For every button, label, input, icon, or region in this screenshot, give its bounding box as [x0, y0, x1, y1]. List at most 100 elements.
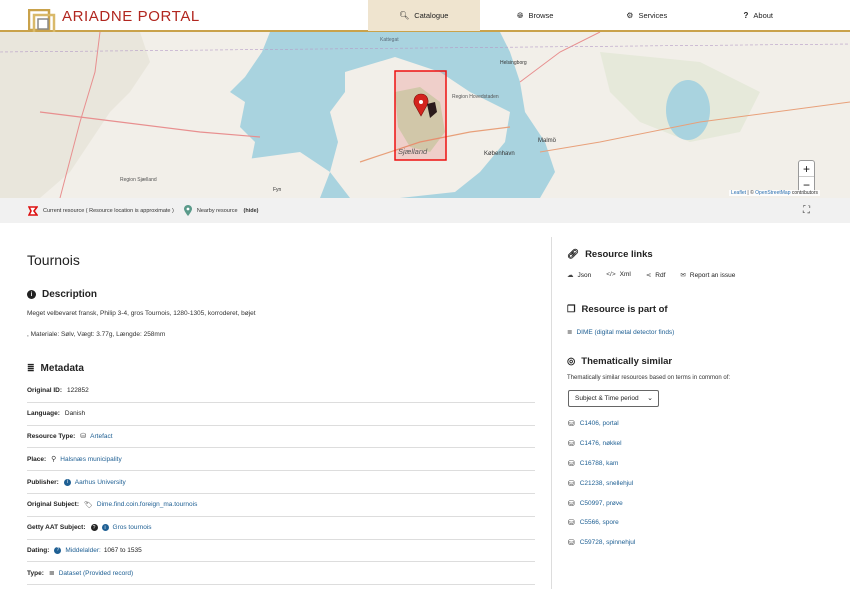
column-divider [551, 237, 552, 589]
similar-item-label: C1406, portal [579, 420, 619, 428]
link-label: Xml [619, 271, 631, 278]
map-city-label: Kattegat [380, 37, 399, 43]
artefact-icon: ⛁ [568, 458, 575, 468]
question-icon[interactable]: ? [54, 546, 62, 554]
link-icon: 🔗︎ [567, 249, 580, 260]
question-icon[interactable]: ? [90, 524, 98, 532]
similarity-select[interactable]: Subject & Time period ⌄ [568, 390, 659, 407]
metadata-row: Original Subject: 🏷︎ Dime.find.coin.fore… [27, 494, 535, 517]
similar-item[interactable]: ⛁ C59728, spinnehjul [568, 533, 635, 553]
similar-description: Thematically similar resources based on … [567, 375, 731, 381]
rdf-link[interactable]: ⋖ Rdf [646, 271, 666, 279]
metadata-row: Type: ≣ Dataset (Provided record) [27, 562, 535, 586]
artefact-icon: ⛁ [568, 419, 575, 429]
metadata-link[interactable]: Artefact [90, 433, 112, 440]
similar-item[interactable]: ⛁ C16788, kam [568, 454, 635, 474]
resource-map[interactable]: Sjælland København Malmö Helsingborg Fyn… [0, 32, 850, 198]
metadata-value: Danish [64, 410, 86, 418]
info-icon: i [27, 290, 36, 299]
hide-nearby-link[interactable]: (hide) [244, 208, 259, 214]
nav-browse[interactable]: 🌐︎ Browse [480, 0, 592, 31]
metadata-key: Dating: [27, 546, 50, 554]
similar-list: ⛁ C1406, portal ⛁ C1476, nøkkel ⛁ C16788, k… [568, 414, 635, 553]
fullscreen-icon[interactable]: ⛶ [803, 205, 810, 216]
part-of-value: DIME (digital metal detector finds) [576, 329, 675, 336]
description-line: , Materiale: Sølv, Vægt: 3.77g, Længde: … [27, 331, 166, 338]
metadata-key: Language: [27, 410, 60, 418]
code-icon: </> [606, 271, 616, 278]
map-pin-icon: ⚲ [51, 456, 57, 464]
metadata-link[interactable]: Halsnæs municipality [60, 456, 121, 463]
attribution-sep: | © [746, 190, 756, 196]
envelope-icon: ✉ [680, 272, 686, 279]
database-icon: ≣ [567, 329, 573, 336]
nav-label: Services [638, 11, 668, 20]
part-of-link[interactable]: ≣ DIME (digital metal detector finds) [567, 328, 674, 336]
info-icon[interactable]: i [63, 478, 71, 486]
map-legend: Current resource ( Resource location is … [0, 198, 850, 223]
brand-title[interactable]: ARIADNE PORTAL [62, 8, 200, 25]
dating-period-link[interactable]: Middelalder: [65, 547, 100, 554]
similar-item-label: C50997, prøve [579, 499, 623, 507]
nav-label: About [753, 11, 773, 20]
target-icon: ◎ [567, 356, 576, 367]
metadata-key: Resource Type: [27, 432, 76, 440]
chevron-down-icon: ⌄ [647, 395, 653, 402]
legend-nearby-label: Nearby resource [196, 207, 238, 214]
question-icon: ? [743, 11, 749, 20]
metadata-link[interactable]: Aarhus University [75, 479, 126, 486]
artefact-icon: ⛁ [568, 439, 575, 449]
map-city-label: Region Hovedstaden [452, 94, 499, 100]
map-place-label: Sjælland [398, 147, 428, 156]
xml-link[interactable]: </> Xml [606, 271, 631, 279]
metadata-row: Publisher: i Aarhus University [27, 471, 535, 494]
link-label: Report an issue [689, 272, 736, 279]
metadata-heading-label: Metadata [40, 363, 84, 374]
metadata-key: Getty AAT Subject: [27, 524, 86, 532]
similar-item[interactable]: ⛁ C1406, portal [568, 414, 635, 434]
nav-services[interactable]: ⚙ Services [591, 0, 703, 31]
info-icon[interactable]: i [101, 524, 109, 532]
zoom-in-button[interactable]: + [799, 161, 814, 177]
artefact-icon: ⛁ [80, 433, 87, 441]
nav-label: Browse [528, 11, 554, 20]
metadata-link[interactable]: Dime.find.coin.foreign_ma.tournois [97, 501, 197, 508]
metadata-heading: ≣ Metadata [27, 363, 84, 374]
part-of-heading: ❐ Resource is part of [567, 304, 668, 315]
metadata-key: Type: [27, 569, 44, 577]
map-city-label: Helsingborg [500, 60, 527, 66]
resource-area-icon [28, 205, 38, 216]
json-link[interactable]: ☁ Json [567, 271, 591, 279]
leaflet-link[interactable]: Leaflet [731, 190, 746, 196]
metadata-list: Original ID: 122852 Language: Danish Res… [27, 380, 535, 586]
metadata-link[interactable]: Gros tournois [113, 524, 152, 531]
similar-item[interactable]: ⛁ C5566, spore [568, 513, 635, 533]
zoom-control: + − [798, 160, 815, 194]
map-tiles [0, 32, 850, 198]
osm-link[interactable]: OpenStreetMap [755, 190, 790, 196]
metadata-link[interactable]: Dataset (Provided record) [59, 570, 133, 577]
map-city-label: Malmö [538, 138, 557, 144]
similar-item[interactable]: ⛁ C1476, nøkkel [568, 434, 635, 454]
similar-item-label: C16788, kam [579, 459, 619, 467]
similar-item-label: C1476, nøkkel [579, 440, 622, 448]
globe-icon: 🌐︎ [517, 10, 524, 20]
metadata-value: 122852 [67, 387, 89, 395]
resource-links-heading: 🔗︎ Resource links [567, 249, 653, 260]
map-attribution: Leaflet | © OpenStreetMap contributors [729, 190, 820, 196]
attribution-tail: contributors [790, 190, 818, 196]
link-label: Json [577, 272, 592, 279]
metadata-key: Place: [27, 455, 47, 463]
cloud-download-icon: ☁ [567, 272, 574, 279]
report-issue-link[interactable]: ✉ Report an issue [680, 271, 735, 279]
nav-catalogue[interactable]: 🔍︎ Catalogue [368, 0, 480, 31]
similar-item[interactable]: ⛁ C21238, snellehjul [568, 473, 635, 493]
legend-current-label: Current resource ( Resource location is … [43, 207, 174, 214]
similar-item[interactable]: ⛁ C50997, prøve [568, 493, 635, 513]
metadata-row: Dating: ? Middelalder: 1067 to 1535 [27, 540, 535, 563]
gear-icon: ⚙ [626, 11, 634, 20]
metadata-key: Publisher: [27, 478, 59, 486]
resource-links-label: Resource links [585, 249, 653, 260]
nav-about[interactable]: ? About [703, 0, 815, 31]
map-pin-icon [183, 205, 192, 216]
